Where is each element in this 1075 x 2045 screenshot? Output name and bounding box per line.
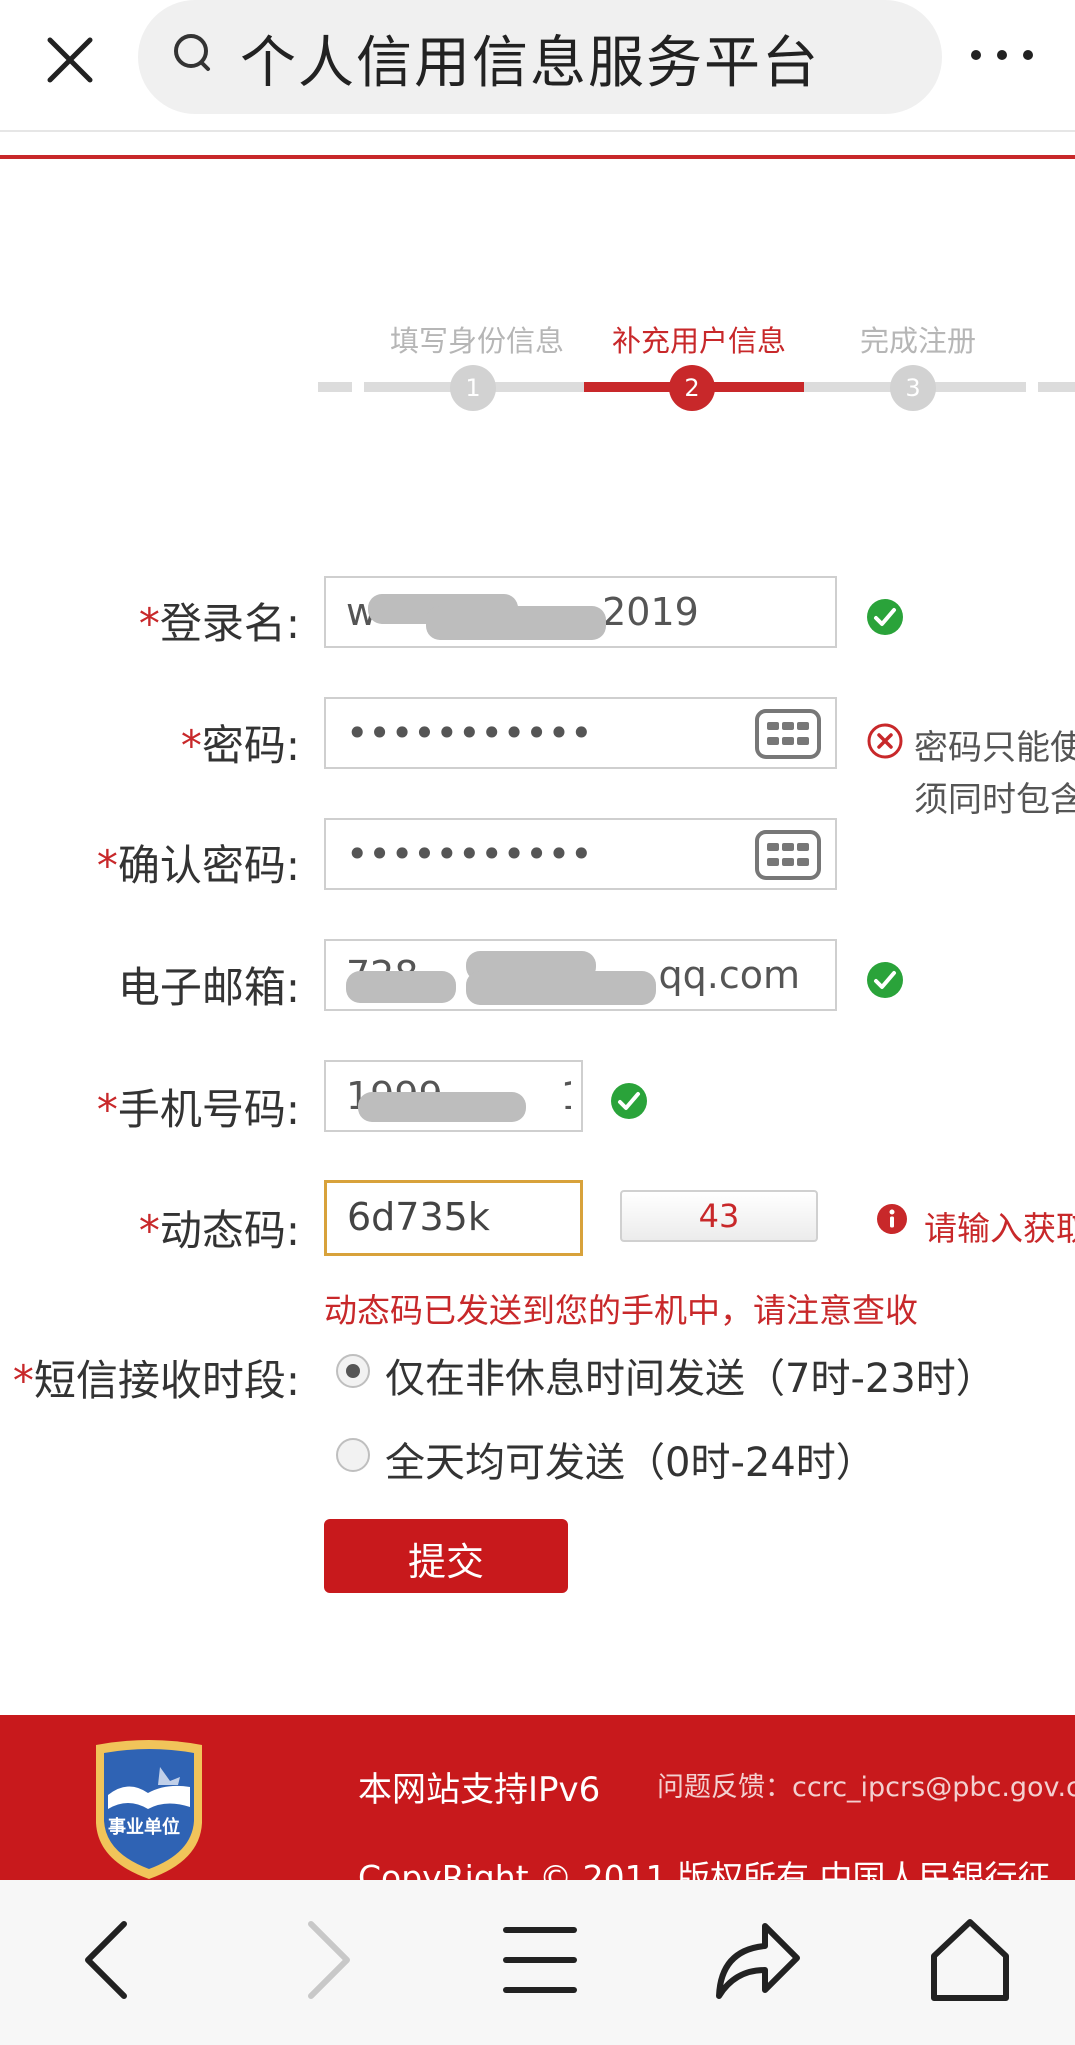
confirm-password-value: ••••••••••• bbox=[346, 832, 593, 876]
ipv6-text: 本网站支持IPv6 bbox=[358, 1770, 601, 1810]
password-input[interactable]: ••••••••••• bbox=[324, 697, 837, 769]
phone-input[interactable]: 199918 bbox=[324, 1060, 583, 1132]
share-icon[interactable] bbox=[705, 1910, 805, 2010]
keyboard-icon[interactable] bbox=[755, 830, 821, 880]
close-icon[interactable] bbox=[40, 30, 100, 90]
valid-check-icon bbox=[867, 962, 903, 998]
step-circle-2: 2 bbox=[669, 365, 715, 411]
valid-check-icon bbox=[611, 1083, 647, 1119]
badge-text: 事业单位 bbox=[108, 1817, 180, 1838]
valid-check-icon bbox=[867, 599, 903, 635]
step-track bbox=[1038, 382, 1075, 392]
menu-icon[interactable] bbox=[490, 1910, 590, 2010]
step-track bbox=[318, 382, 352, 392]
code-warning-text: 请输入获取 bbox=[924, 1209, 1075, 1248]
resend-code-button[interactable]: 43 bbox=[620, 1190, 818, 1242]
password-value: ••••••••••• bbox=[346, 711, 593, 755]
institution-badge-icon bbox=[96, 1740, 202, 1879]
more-icon[interactable] bbox=[962, 40, 1042, 70]
header-divider bbox=[0, 155, 1075, 159]
step-label-3: 完成注册 bbox=[860, 324, 977, 358]
password-error-text: 密码只能使 须同时包含 bbox=[914, 728, 1075, 820]
search-text[interactable]: 个人信用信息服务平台 bbox=[240, 18, 820, 99]
feedback-link[interactable]: 问题反馈：ccrc_ipcrs@pbc.gov.cn bbox=[657, 1765, 1075, 1804]
step-circle-1: 1 bbox=[450, 365, 496, 411]
site-footer: 事业单位 本网站支持IPv6 问题反馈：ccrc_ipcrs@pbc.gov.c… bbox=[0, 1715, 1075, 1880]
confirm-password-label: *确认密码: bbox=[96, 841, 300, 890]
back-icon[interactable] bbox=[60, 1910, 160, 2010]
email-label: 电子邮箱: bbox=[117, 963, 300, 1012]
code-label: *动态码: bbox=[138, 1206, 300, 1255]
info-warning-icon bbox=[877, 1204, 907, 1234]
password-label: *密码: bbox=[180, 721, 300, 770]
submit-button[interactable]: 提交 bbox=[324, 1519, 568, 1593]
login-name-label: *登录名: bbox=[138, 599, 300, 648]
login-name-input[interactable]: w 2019 bbox=[324, 576, 837, 648]
sms-period-label: *短信接收时段: bbox=[12, 1356, 300, 1405]
step-label-1: 填写身份信息 bbox=[390, 324, 565, 358]
step-circle-3: 3 bbox=[890, 365, 936, 411]
forward-icon[interactable] bbox=[275, 1910, 375, 2010]
sms-option-radio-allday[interactable] bbox=[336, 1438, 370, 1472]
copyright-text: CopyRight © 2011 版权所有 中国人民银行征 bbox=[358, 1858, 1051, 1880]
code-sent-notice: 动态码已发送到您的手机中，请注意查收 bbox=[324, 1291, 918, 1330]
email-input[interactable]: 728qq.com bbox=[324, 939, 837, 1011]
sms-option-label-allday[interactable]: 全天均可发送（0时-24时） bbox=[385, 1430, 876, 1488]
phone-label: *手机号码: bbox=[96, 1085, 300, 1134]
home-icon[interactable] bbox=[920, 1910, 1020, 2010]
step-label-2: 补充用户信息 bbox=[612, 324, 787, 358]
search-icon bbox=[174, 34, 210, 71]
error-icon bbox=[867, 723, 903, 759]
keyboard-icon[interactable] bbox=[755, 709, 821, 759]
code-value: 6d735k bbox=[347, 1195, 490, 1239]
sms-option-label-daytime[interactable]: 仅在非休息时间发送（7时-23时） bbox=[385, 1346, 996, 1404]
browser-bottom-nav bbox=[0, 1880, 1075, 2045]
sms-option-radio-daytime[interactable] bbox=[336, 1354, 370, 1388]
confirm-password-input[interactable]: ••••••••••• bbox=[324, 818, 837, 890]
code-input[interactable]: 6d735k bbox=[324, 1180, 583, 1256]
